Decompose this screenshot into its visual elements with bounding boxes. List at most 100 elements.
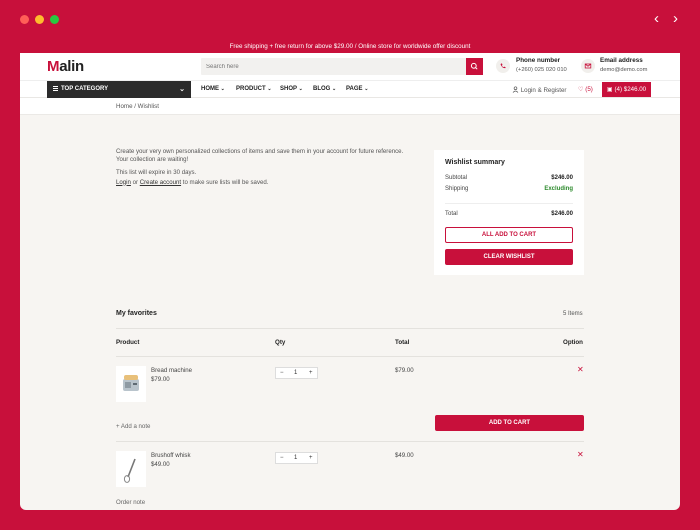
logo-initial: M — [47, 58, 60, 75]
total-label: Total — [445, 211, 458, 217]
save-note: to make sure lists will be saved. — [182, 178, 269, 186]
chevron-down-icon: ⌄ — [364, 86, 369, 92]
quantity-stepper: − 1 + — [275, 452, 318, 464]
site-header: Malin Phone number (+260) 025 020 010 Em… — [20, 53, 680, 80]
top-category-label: TOP CATEGORY — [61, 86, 109, 92]
divider — [116, 356, 584, 357]
breadcrumb-bar: Home / Wishlist — [20, 98, 680, 115]
nav-page[interactable]: PAGE ⌄ — [346, 86, 368, 92]
close-icon[interactable]: ✕ — [577, 365, 584, 374]
increase-qty-button[interactable]: + — [309, 370, 313, 376]
intro-text-2: Your collection are waiting! — [116, 155, 189, 163]
user-icon — [512, 86, 519, 93]
wishlist-intro: Create your very own personalized collec… — [116, 148, 426, 192]
product-image-brushoff-whisk[interactable] — [116, 451, 146, 487]
column-header-option: Option — [563, 339, 583, 346]
nav-blog[interactable]: BLOG ⌄ — [313, 86, 336, 92]
item-total: $49.00 — [395, 452, 414, 459]
search-input[interactable] — [201, 58, 466, 75]
add-note-link[interactable]: + Add a note — [116, 423, 150, 430]
total-value: $246.00 — [551, 211, 573, 217]
login-register-link[interactable]: Login & Register — [512, 86, 566, 94]
subtotal-label: Subtotal — [445, 175, 468, 181]
item-total: $79.00 — [395, 367, 414, 374]
product-image-bread-machine[interactable] — [116, 366, 146, 402]
close-window-dot[interactable] — [20, 15, 29, 24]
browser-window: Free shipping + free return for above $2… — [20, 40, 680, 510]
or-text: or — [132, 178, 139, 186]
chevron-down-icon: ⌄ — [220, 86, 225, 92]
heart-icon: ♡ — [578, 86, 584, 93]
favorites-count: 5 Items — [563, 311, 583, 317]
decrease-qty-button[interactable]: − — [280, 370, 284, 376]
subtotal-value: $246.00 — [551, 175, 573, 181]
nav-home[interactable]: HOME ⌄ — [201, 86, 225, 92]
bag-icon: ▣ — [606, 86, 613, 93]
phone-icon — [496, 59, 510, 73]
phone-title: Phone number — [516, 57, 561, 64]
back-arrow-icon[interactable]: ‹ — [654, 11, 659, 26]
column-header-total: Total — [395, 339, 410, 346]
search-box — [201, 58, 483, 75]
site-logo[interactable]: Malin — [47, 58, 84, 75]
nav-shop-label: SHOP — [280, 86, 297, 92]
main-navbar: TOP CATEGORY ⌄ HOME ⌄ PRODUCT ⌄ SHOP ⌄ B… — [20, 80, 680, 98]
login-link[interactable]: Login — [116, 179, 131, 186]
expire-note: This list will expire in 30 days. — [116, 169, 197, 176]
intro-text: Create your very own personalized collec… — [116, 148, 404, 155]
close-icon[interactable]: ✕ — [577, 450, 584, 459]
column-header-product: Product — [116, 339, 140, 346]
shipping-label: Shipping — [445, 186, 469, 192]
shipping-row: Shipping Excluding — [445, 186, 573, 192]
plus-icon: + — [116, 423, 120, 430]
nav-home-label: HOME — [201, 86, 219, 92]
clear-wishlist-button[interactable]: CLEAR WISHLIST — [445, 249, 573, 265]
summary-title: Wishlist summary — [445, 159, 505, 166]
phone-value: (+260) 025 020 010 — [516, 67, 567, 73]
logo-text: alin — [59, 58, 84, 75]
maximize-window-dot[interactable] — [50, 15, 59, 24]
nav-product[interactable]: PRODUCT ⌄ — [236, 86, 272, 92]
top-category-dropdown[interactable]: TOP CATEGORY ⌄ — [47, 81, 191, 98]
cart-total: (4) $246.00 — [614, 86, 647, 93]
browser-chrome: ‹ › — [0, 0, 700, 40]
menu-icon — [53, 86, 58, 91]
product-name[interactable]: Brushoff whisk — [151, 452, 191, 459]
wishlist-summary: Wishlist summary Subtotal $246.00 Shippin… — [434, 150, 584, 275]
divider — [116, 328, 584, 329]
quantity-stepper: − 1 + — [275, 367, 318, 379]
product-name[interactable]: Bread machine — [151, 367, 192, 374]
subtotal-row: Subtotal $246.00 — [445, 175, 573, 181]
product-price: $79.00 — [151, 376, 170, 383]
divider — [116, 441, 584, 442]
forward-arrow-icon[interactable]: › — [673, 11, 678, 26]
nav-shop[interactable]: SHOP ⌄ — [280, 86, 303, 92]
wishlist-count: (5) — [585, 86, 593, 93]
chevron-down-icon: ⌄ — [298, 86, 303, 92]
breadcrumb: Home / Wishlist — [116, 103, 159, 110]
wishlist-link[interactable]: ♡ (5) — [578, 86, 593, 93]
search-button[interactable] — [466, 58, 483, 75]
favorites-title: My favorites — [116, 310, 157, 317]
mail-icon — [581, 59, 595, 73]
create-account-link[interactable]: Create account — [140, 179, 181, 186]
order-note-label: Order note — [116, 499, 146, 506]
nav-product-label: PRODUCT — [236, 86, 266, 92]
increase-qty-button[interactable]: + — [309, 455, 313, 461]
all-add-to-cart-button[interactable]: ALL ADD TO CART — [445, 227, 573, 243]
nav-blog-label: BLOG — [313, 86, 331, 92]
chevron-down-icon: ⌄ — [332, 86, 337, 92]
decrease-qty-button[interactable]: − — [280, 455, 284, 461]
summary-divider — [445, 203, 573, 204]
add-to-cart-button[interactable]: ADD TO CART — [435, 415, 584, 431]
cart-button[interactable]: ▣ (4) $246.00 — [602, 82, 651, 97]
quantity-value[interactable]: 1 — [294, 370, 297, 376]
quantity-value[interactable]: 1 — [294, 455, 297, 461]
minimize-window-dot[interactable] — [35, 15, 44, 24]
column-header-qty: Qty — [275, 339, 286, 346]
search-icon — [470, 62, 478, 70]
email-title: Email address — [600, 57, 643, 64]
login-register-label: Login & Register — [520, 87, 567, 94]
email-value: demo@demo.com — [600, 67, 648, 73]
promo-bar: Free shipping + free return for above $2… — [20, 40, 680, 53]
